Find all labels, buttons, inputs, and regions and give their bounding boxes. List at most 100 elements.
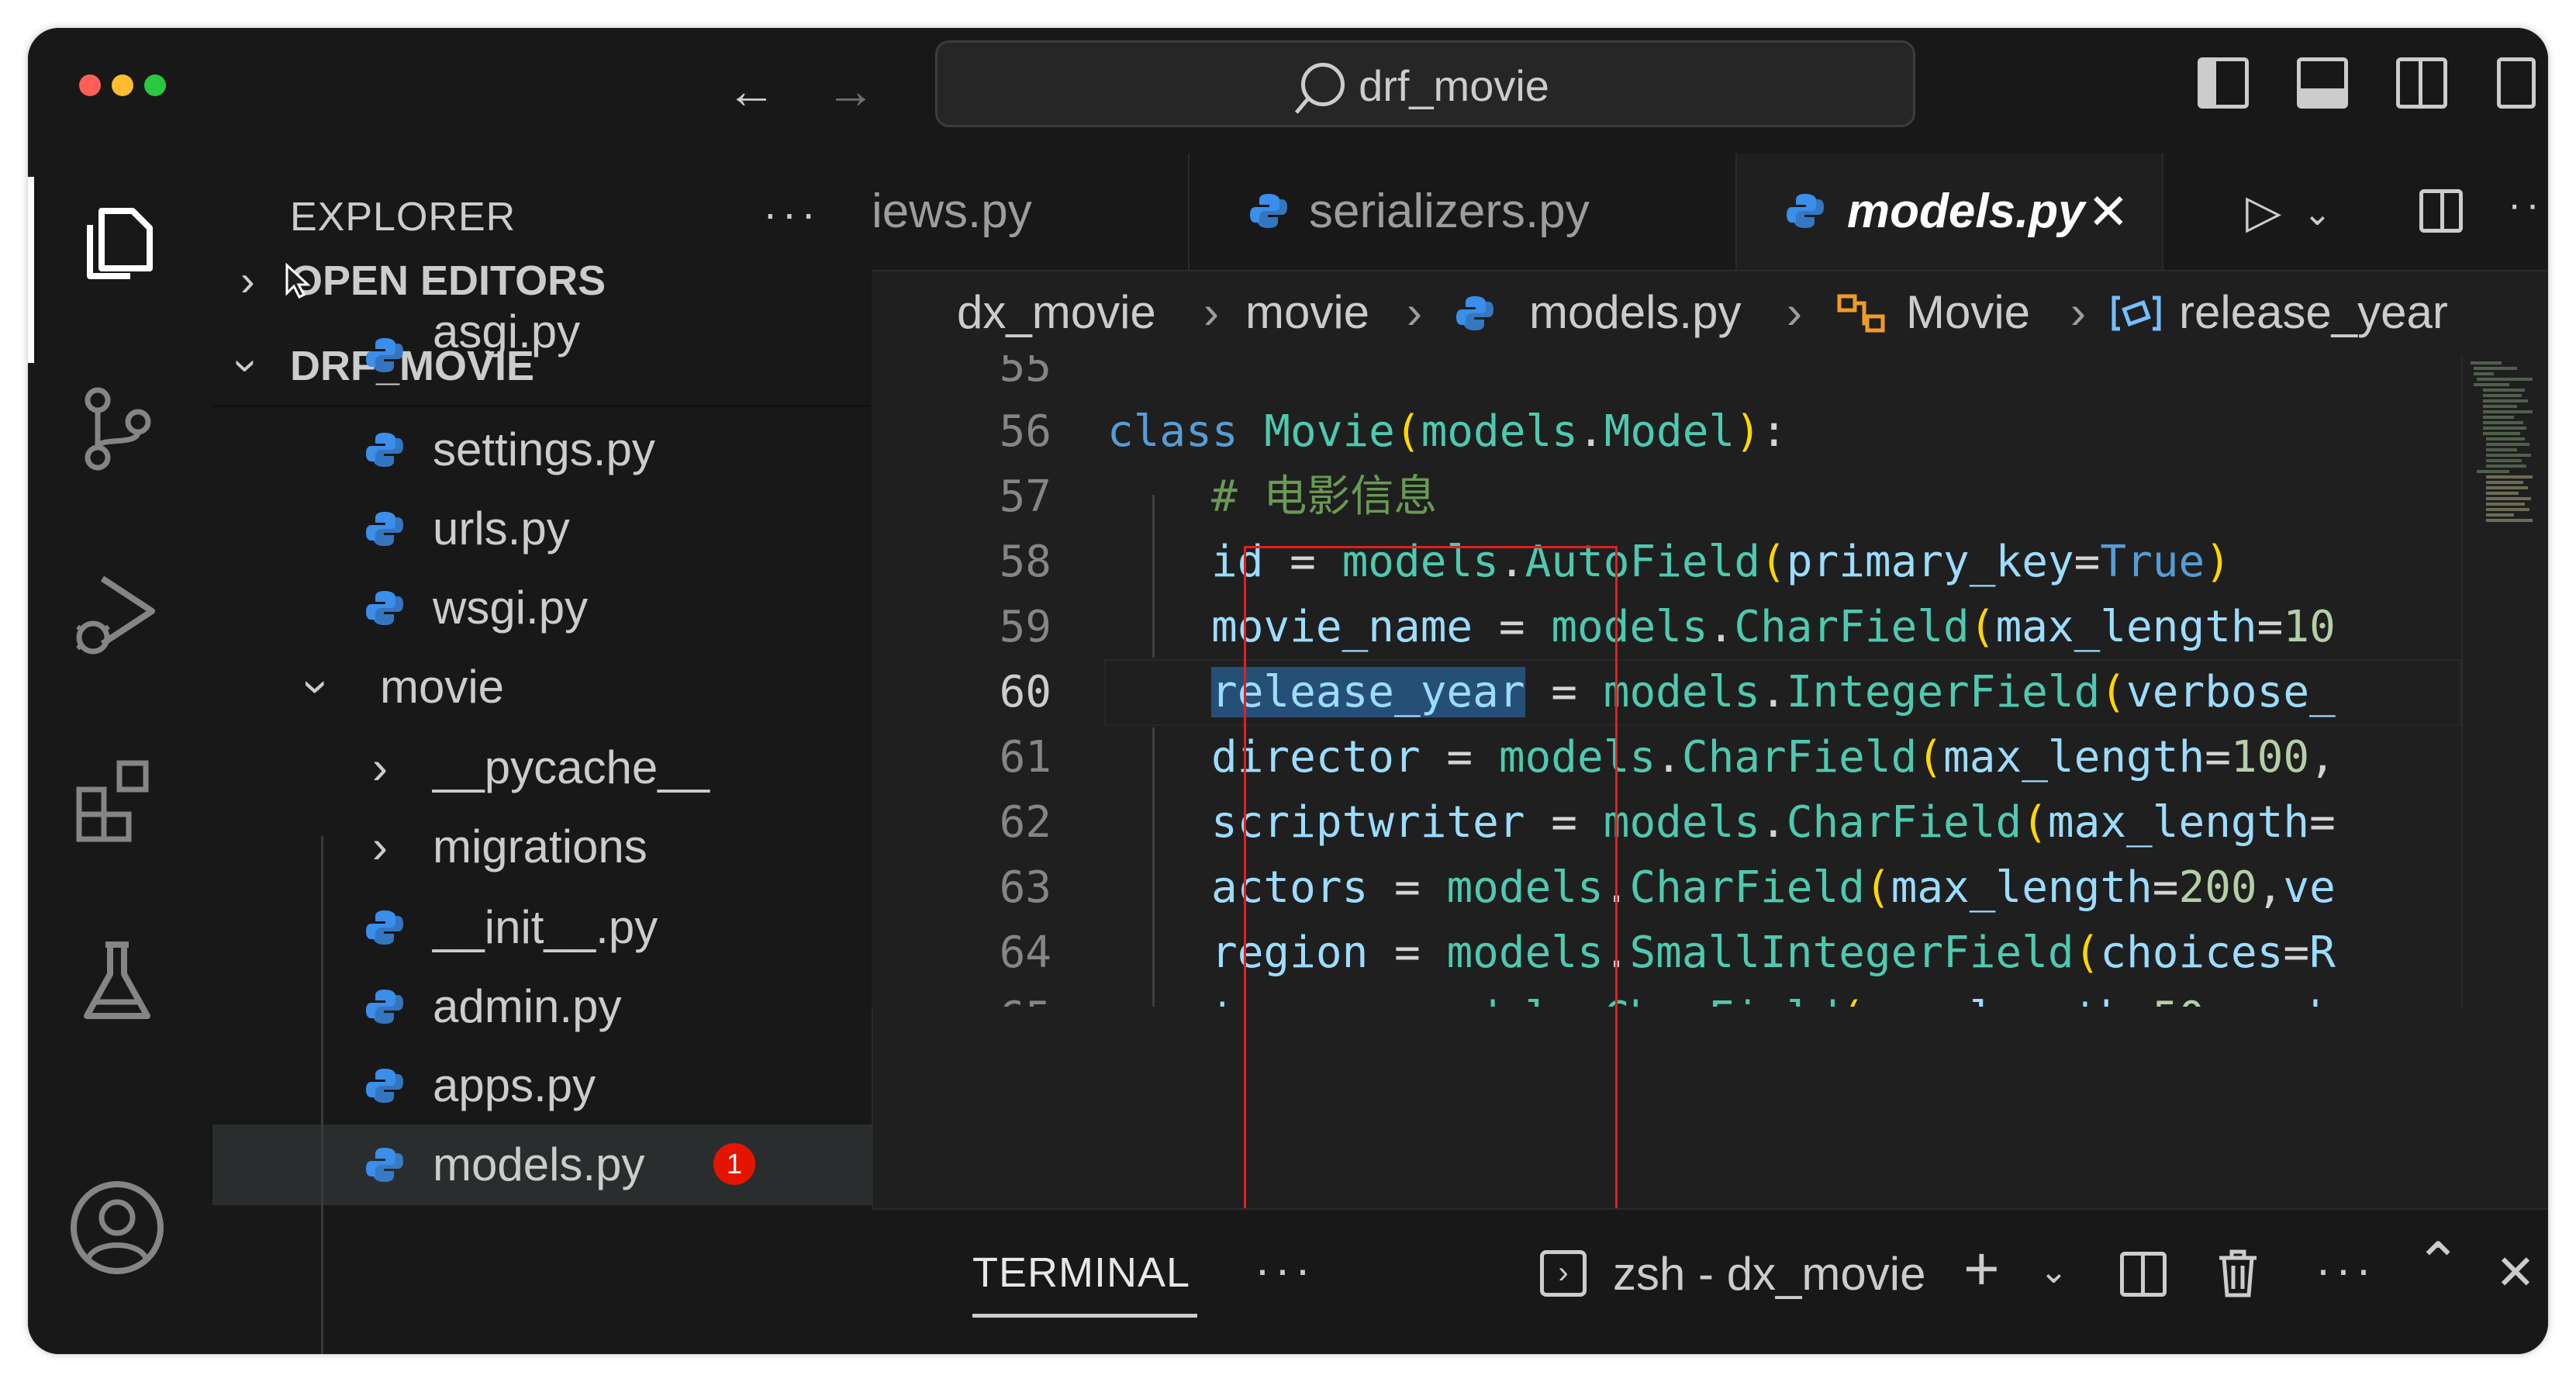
minimap-line <box>2483 399 2528 403</box>
breadcrumb-item[interactable]: movie <box>1245 270 1369 355</box>
code-token: CharField <box>1734 602 1970 652</box>
sidebar-more-button[interactable]: ··· <box>763 188 820 238</box>
tree-item-settings-py[interactable]: settings.py <box>212 409 872 490</box>
code-line[interactable]: 60 release_year = models.IntegerField(ver… <box>872 658 2461 727</box>
chevron-down-icon[interactable]: ⌄ <box>2039 1252 2068 1291</box>
tab-models-py[interactable]: models.py ✕ <box>1737 154 2163 270</box>
tab-views-py[interactable]: iews.py <box>872 154 1190 270</box>
run-debug-icon[interactable] <box>67 565 167 665</box>
code-line[interactable]: 65types = models.CharField(max_length=50… <box>872 983 2461 1007</box>
breadcrumb-item[interactable]: Movie <box>1906 270 2030 355</box>
python-file-icon <box>366 512 403 546</box>
code-line[interactable]: 61 director = models.CharField(max_length… <box>872 723 2461 793</box>
code-token: 10 <box>2283 602 2336 652</box>
line-number: 63 <box>999 862 1051 913</box>
run-file-icon[interactable]: ▷ <box>2246 185 2281 239</box>
split-editor-icon[interactable] <box>2419 189 2463 233</box>
more-actions-icon[interactable]: ··· <box>2315 1242 2376 1296</box>
tree-item-asgi-py[interactable]: asgi.py <box>212 309 872 377</box>
breadcrumb-item[interactable]: dx_movie <box>957 270 1156 355</box>
code-token: ( <box>2100 667 2127 717</box>
arrow-right-icon[interactable]: → <box>824 64 878 118</box>
trash-icon[interactable] <box>2216 1249 2260 1309</box>
command-center-search[interactable]: drf_movie <box>935 40 1915 127</box>
minimap-line <box>2483 432 2520 435</box>
toggle-primary-sidebar-icon[interactable] <box>2198 57 2249 109</box>
maximize-panel-icon[interactable]: ⌃ <box>2415 1230 2461 1295</box>
tree-item-pycache[interactable]: › __pycache__ <box>212 727 872 808</box>
code-editor[interactable]: 55 56 class Movie(models.Model): 57 # 电影信息 58… <box>872 355 2461 1007</box>
zoom-window-button[interactable] <box>144 74 166 96</box>
tree-item-label: migrations <box>433 821 647 872</box>
breadcrumb-item[interactable]: models.py <box>1529 270 1741 355</box>
code-token: ( <box>2074 928 2101 978</box>
close-icon[interactable]: ✕ <box>2495 1244 2536 1301</box>
code-line[interactable]: 64 region = models.SmallIntegerField(choi… <box>872 918 2461 988</box>
highlight-box <box>1244 546 1618 1227</box>
more-actions-icon[interactable]: ··· <box>2508 181 2548 228</box>
code-line[interactable]: 58 id = models.AutoField(primary_key=True… <box>872 527 2461 597</box>
code-line[interactable]: 59 movie_name = models.CharField(max_leng… <box>872 593 2461 662</box>
minimize-window-button[interactable] <box>112 74 133 96</box>
code-token: . <box>1760 797 1787 848</box>
tree-item-init-py[interactable]: __init__.py <box>212 887 872 968</box>
tree-item-urls-py[interactable]: urls.py <box>212 489 872 569</box>
terminal-selector[interactable]: zsh - dx_movie <box>1613 1247 1925 1301</box>
minimap-line <box>2486 503 2525 506</box>
tab-serializers-py[interactable]: serializers.py <box>1190 154 1737 270</box>
line-number: 64 <box>999 928 1051 978</box>
code-line[interactable]: 56 class Movie(models.Model): <box>872 397 2461 467</box>
tree-item-apps-py[interactable]: apps.py <box>212 1045 872 1126</box>
code-token: Movie <box>1264 406 1395 457</box>
chevron-right-icon: › <box>240 256 255 305</box>
customize-layout-icon[interactable] <box>2497 57 2536 109</box>
source-control-icon[interactable] <box>67 378 167 479</box>
code-line[interactable]: 55 <box>872 355 2461 402</box>
tree-item-models-py[interactable]: models.py 1 <box>212 1125 872 1205</box>
extensions-icon[interactable] <box>67 751 167 852</box>
python-file-icon <box>366 338 403 372</box>
tree-item-label: settings.py <box>433 423 655 475</box>
code-line[interactable]: 63 actors = models.CharField(max_length=2… <box>872 853 2461 923</box>
code-token: 200 <box>2178 862 2257 913</box>
toggle-secondary-sidebar-icon[interactable] <box>2396 57 2447 109</box>
line-number: 59 <box>999 602 1051 652</box>
activity-bar <box>28 154 214 1354</box>
code-line[interactable]: 57 # 电影信息 <box>872 462 2461 532</box>
tree-item-label: __init__.py <box>433 901 658 953</box>
tree-item-migrations[interactable]: › migrations <box>212 807 872 887</box>
tab-terminal[interactable]: TERMINAL <box>972 1249 1190 1297</box>
chevron-down-icon[interactable]: ⌄ <box>2303 194 2332 233</box>
code-token: choices <box>2100 928 2284 978</box>
code-token: . <box>1577 406 1604 457</box>
tree-item-admin-py[interactable]: admin.py <box>212 966 872 1047</box>
python-file-icon <box>1250 194 1287 228</box>
close-icon[interactable]: ✕ <box>2087 154 2129 270</box>
testing-icon[interactable] <box>67 932 167 1033</box>
breadcrumb-item[interactable]: release_year <box>2179 270 2448 355</box>
arrow-left-icon[interactable]: ← <box>724 64 779 118</box>
code-token: max_length <box>1943 732 2205 783</box>
minimap-line <box>2483 405 2517 408</box>
add-terminal-icon[interactable]: + <box>1963 1233 2000 1304</box>
minimap[interactable] <box>2461 357 2548 1008</box>
toggle-panel-icon[interactable] <box>2297 57 2348 109</box>
code-token: , <box>2257 862 2284 913</box>
bottom-panel: TERMINAL ··· › zsh - dx_movie + ⌄ ··· ⌃ … <box>872 1208 2548 1354</box>
minimap-line <box>2474 372 2494 375</box>
search-text: drf_movie <box>1359 61 1549 110</box>
split-terminal-icon[interactable] <box>2120 1252 2167 1297</box>
tree-item-label: __pycache__ <box>433 741 710 793</box>
code-line[interactable]: 62 scriptwriter = models.CharField(max_le… <box>872 788 2461 858</box>
line-number: 56 <box>999 406 1051 457</box>
tree-item-movie[interactable]: › movie <box>212 647 872 727</box>
code-token: IntegerField <box>1786 667 2101 717</box>
explorer-icon[interactable] <box>67 194 167 295</box>
account-icon[interactable] <box>67 1177 167 1278</box>
minimap-line <box>2486 486 2528 489</box>
panel-more-button[interactable]: ··· <box>1255 1242 1315 1296</box>
code-token: ( <box>1760 537 1787 587</box>
tree-item-wsgi-py[interactable]: wsgi.py <box>212 568 872 648</box>
close-window-button[interactable] <box>79 74 101 96</box>
code-token: CharField <box>1681 732 1918 783</box>
